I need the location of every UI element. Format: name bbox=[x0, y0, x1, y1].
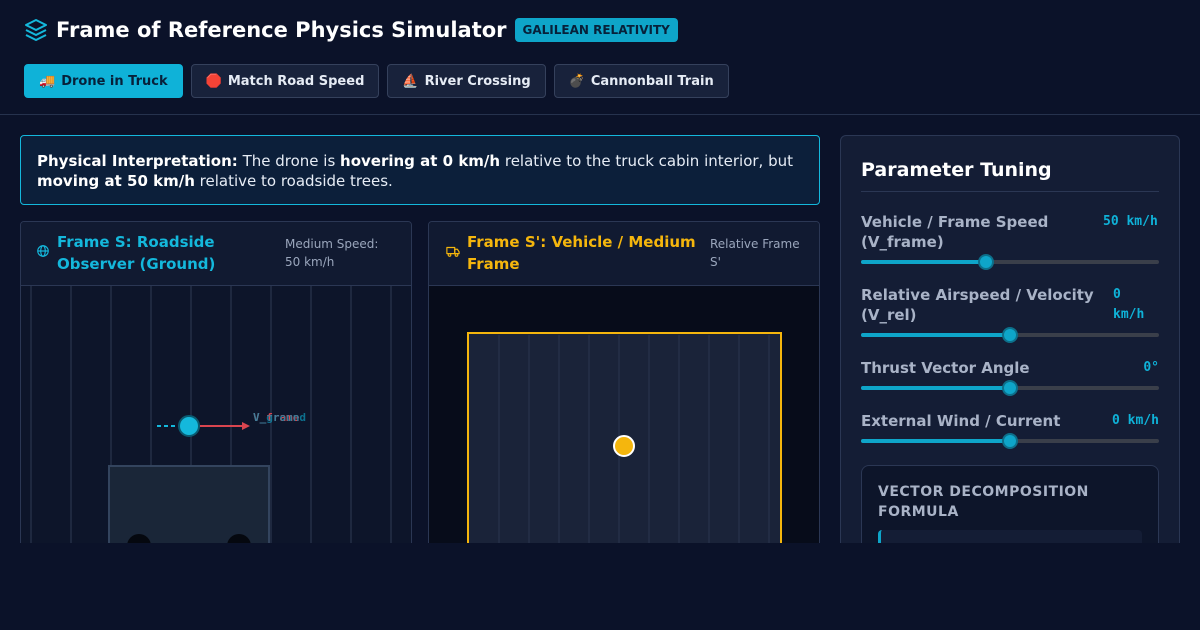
frame-s-scene: V_frame V_ground bbox=[30, 286, 392, 560]
param-value: 0 km/h bbox=[1112, 413, 1159, 428]
mode-badge: GALILEAN RELATIVITY bbox=[514, 18, 678, 42]
interpretation-text-3: relative to roadside trees. bbox=[194, 172, 393, 190]
tab-label: Match Road Speed bbox=[227, 73, 365, 89]
slider-fill bbox=[861, 260, 987, 264]
slider-handle[interactable] bbox=[1002, 327, 1018, 343]
globe-icon bbox=[37, 245, 49, 257]
tab-label: Cannonball Train bbox=[590, 73, 714, 89]
truck-icon bbox=[446, 246, 460, 257]
frame-s-prime-scene bbox=[467, 332, 782, 560]
interpretation-text-2: relative to the truck cabin interior, bu… bbox=[500, 152, 793, 170]
page-bottom bbox=[0, 543, 1200, 630]
truck-emoji-icon: 🚚 bbox=[39, 73, 56, 89]
interpretation-text-1: The drone is bbox=[237, 152, 341, 170]
frame-s-prime-canvas bbox=[429, 286, 819, 560]
interpretation-bold-1: hovering at 0 km/h bbox=[340, 152, 501, 170]
tab-cannonball-train[interactable]: 💣 Cannonball Train bbox=[553, 64, 729, 98]
slider-handle[interactable] bbox=[1002, 433, 1018, 449]
frame-s-prime-header: Frame S': Vehicle / Medium Frame Relativ… bbox=[429, 222, 819, 286]
interpretation-label: Physical Interpretation: bbox=[37, 152, 238, 170]
parameter-panel: Parameter Tuning Vehicle / Frame Speed (… bbox=[840, 135, 1180, 575]
param-label: Thrust Vector Angle bbox=[861, 359, 1030, 377]
frame-s-prime-panel: Frame S': Vehicle / Medium Frame Relativ… bbox=[428, 221, 820, 561]
slider-fill bbox=[861, 439, 1010, 443]
param-value: 0 km/h bbox=[1113, 287, 1145, 322]
frame-s-speed: Medium Speed: 50 km/h bbox=[285, 237, 379, 269]
tab-drone-in-truck[interactable]: 🚚 Drone in Truck bbox=[24, 64, 183, 98]
tab-river-crossing[interactable]: ⛵ River Crossing bbox=[387, 64, 546, 98]
tab-label: River Crossing bbox=[424, 73, 531, 89]
panel-title: Parameter Tuning bbox=[861, 159, 1052, 181]
title-row: Frame of Reference Physics Simulator GAL… bbox=[24, 18, 678, 42]
frame-s-panel: Frame S: Roadside Observer (Ground) Medi… bbox=[20, 221, 412, 561]
slider-fill bbox=[861, 333, 1010, 337]
frame-s-prime-label: Relative Frame S' bbox=[710, 237, 800, 269]
vector-label-ground: V_ground bbox=[253, 411, 306, 424]
frame-s-title: Frame S: Roadside Observer (Ground) bbox=[57, 233, 216, 273]
vector-arrowhead bbox=[242, 422, 250, 430]
scenario-tabs: 🚚 Drone in Truck 🛑 Match Road Speed ⛵ Ri… bbox=[24, 64, 729, 98]
frame-s-canvas: V_frame V_ground bbox=[21, 286, 411, 560]
sailboat-icon: ⛵ bbox=[402, 73, 419, 89]
tab-label: Drone in Truck bbox=[61, 73, 168, 89]
divider bbox=[861, 191, 1159, 192]
tab-match-road-speed[interactable]: 🛑 Match Road Speed bbox=[190, 64, 380, 98]
relative-velocity-slider[interactable] bbox=[861, 327, 1159, 343]
slider-handle[interactable] bbox=[1002, 380, 1018, 396]
app-title: Frame of Reference Physics Simulator bbox=[56, 18, 507, 42]
drone-dot[interactable] bbox=[178, 415, 200, 437]
drone-dot-relative[interactable] bbox=[613, 435, 635, 457]
slider-handle[interactable] bbox=[978, 254, 995, 270]
interpretation-bold-2: moving at 50 km/h bbox=[37, 172, 195, 190]
formula-title: VECTOR DECOMPOSITION FORMULA bbox=[878, 484, 1089, 520]
bomb-icon: 💣 bbox=[568, 73, 585, 89]
param-thrust-angle: Thrust Vector Angle 0° bbox=[861, 358, 1159, 396]
thrust-angle-slider[interactable] bbox=[861, 380, 1159, 396]
slider-fill bbox=[861, 386, 1010, 390]
param-relative-velocity: Relative Airspeed / Velocity (V_rel) 0 k… bbox=[861, 285, 1159, 343]
param-frame-speed: Vehicle / Frame Speed (V_frame) 50 km/h bbox=[861, 212, 1159, 270]
frame-s-prime-title: Frame S': Vehicle / Medium Frame bbox=[467, 233, 696, 273]
external-wind-slider[interactable] bbox=[861, 433, 1159, 449]
param-label: Vehicle / Frame Speed (V_frame) bbox=[861, 213, 1049, 251]
param-value: 0° bbox=[1143, 360, 1159, 375]
stop-sign-icon: 🛑 bbox=[205, 73, 222, 89]
frame-s-header: Frame S: Roadside Observer (Ground) Medi… bbox=[21, 222, 411, 286]
layers-icon bbox=[25, 19, 47, 41]
param-label: Relative Airspeed / Velocity (V_rel) bbox=[861, 286, 1094, 324]
param-external-wind: External Wind / Current 0 km/h bbox=[861, 411, 1159, 449]
app-header: Frame of Reference Physics Simulator GAL… bbox=[0, 0, 1200, 115]
physical-interpretation: Physical Interpretation: The drone is ho… bbox=[20, 135, 820, 205]
frame-speed-slider[interactable] bbox=[861, 254, 1159, 270]
param-value: 50 km/h bbox=[1103, 214, 1158, 229]
